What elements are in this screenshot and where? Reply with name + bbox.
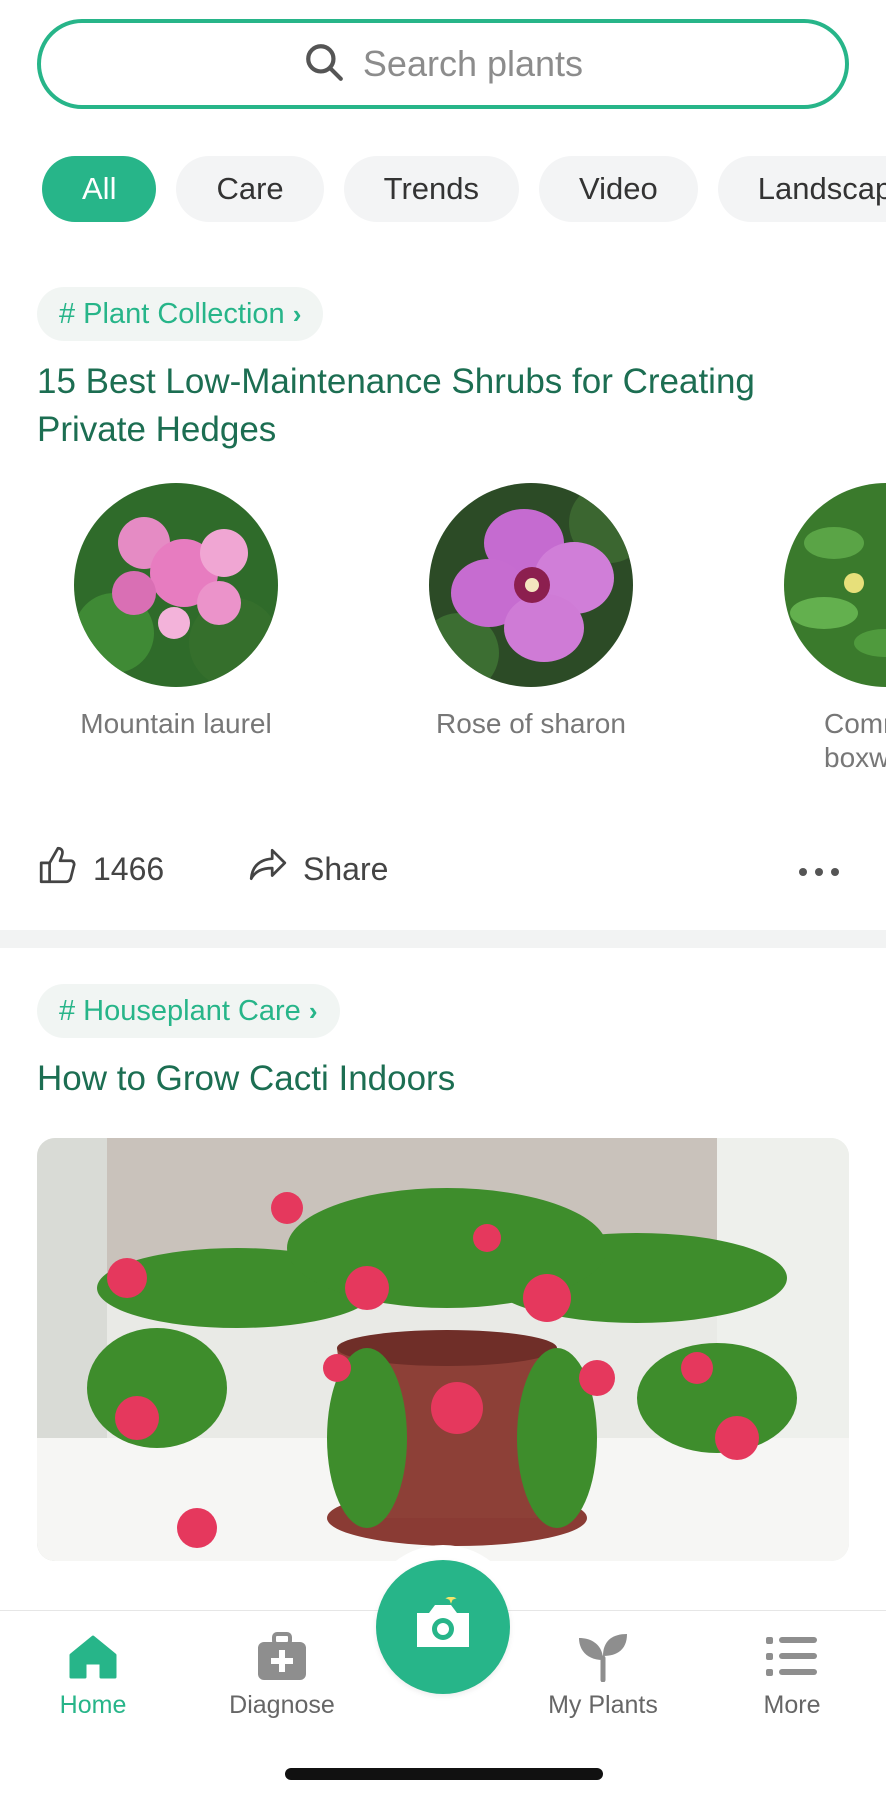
plant-photo [784, 483, 886, 687]
tab-more[interactable]: More [717, 1629, 867, 1720]
post-tag-plant-collection[interactable]: # Plant Collection › [37, 287, 324, 341]
tab-home[interactable]: Home [18, 1629, 168, 1720]
list-icon [717, 1629, 867, 1685]
tag-label: # Houseplant Care [59, 994, 301, 1027]
plant-card-common-boxwood[interactable]: Common boxwood [776, 483, 886, 775]
chip-all[interactable]: All [42, 156, 157, 222]
plant-photo [429, 483, 633, 687]
post-title[interactable]: 15 Best Low-Maintenance Shrubs for Creat… [37, 358, 837, 454]
like-button[interactable]: 1466 [37, 844, 164, 894]
search-icon [303, 41, 345, 88]
plant-name: Rose of sharon [436, 708, 626, 739]
post-tag-houseplant-care[interactable]: # Houseplant Care › [37, 984, 340, 1038]
category-chips: All Care Trends Video Landscaping [42, 156, 886, 222]
plant-photo [74, 483, 278, 687]
camera-icon [411, 1592, 475, 1658]
tab-label: Diagnose [229, 1691, 335, 1719]
chip-video[interactable]: Video [539, 156, 698, 222]
home-icon [18, 1629, 168, 1685]
chip-landscaping[interactable]: Landscaping [717, 156, 886, 222]
post-image-cactus[interactable] [37, 1138, 849, 1561]
sprout-icon [528, 1629, 678, 1685]
chip-care[interactable]: Care [176, 156, 324, 222]
tag-label: # Plant Collection [59, 297, 285, 330]
plant-carousel: Mountain laurel Rose of sharon Com boxw [0, 483, 886, 783]
plant-card-rose-of-sharon[interactable]: Rose of sharon [421, 483, 641, 741]
tab-label: My Plants [548, 1691, 658, 1719]
tab-label: Home [59, 1691, 127, 1719]
medical-kit-icon [207, 1629, 357, 1685]
home-indicator [285, 1768, 603, 1780]
post-title[interactable]: How to Grow Cacti Indoors [37, 1055, 837, 1103]
section-divider [0, 930, 886, 948]
plant-card-mountain-laurel[interactable]: Mountain laurel [66, 483, 286, 741]
chevron-right-icon: › [292, 298, 302, 329]
chevron-right-icon: › [308, 995, 318, 1026]
search-bar[interactable]: Search plants [37, 19, 849, 109]
chip-trends[interactable]: Trends [343, 156, 519, 222]
camera-identify-button[interactable] [376, 1560, 510, 1694]
tab-diagnose[interactable]: Diagnose [207, 1629, 357, 1720]
tab-my-plants[interactable]: My Plants [528, 1629, 678, 1720]
search-placeholder: Search plants [362, 43, 584, 84]
share-button[interactable]: Share [247, 844, 388, 894]
post-actions: 1466 Share [37, 844, 849, 900]
thumbs-up-icon [37, 844, 79, 894]
tab-label: More [763, 1691, 821, 1719]
plant-name: Common boxwood [824, 708, 886, 773]
share-icon [247, 844, 289, 894]
like-count: 1466 [93, 850, 165, 887]
plant-name: Mountain laurel [80, 708, 272, 739]
more-options-icon[interactable] [799, 844, 839, 900]
share-label: Share [303, 850, 389, 887]
